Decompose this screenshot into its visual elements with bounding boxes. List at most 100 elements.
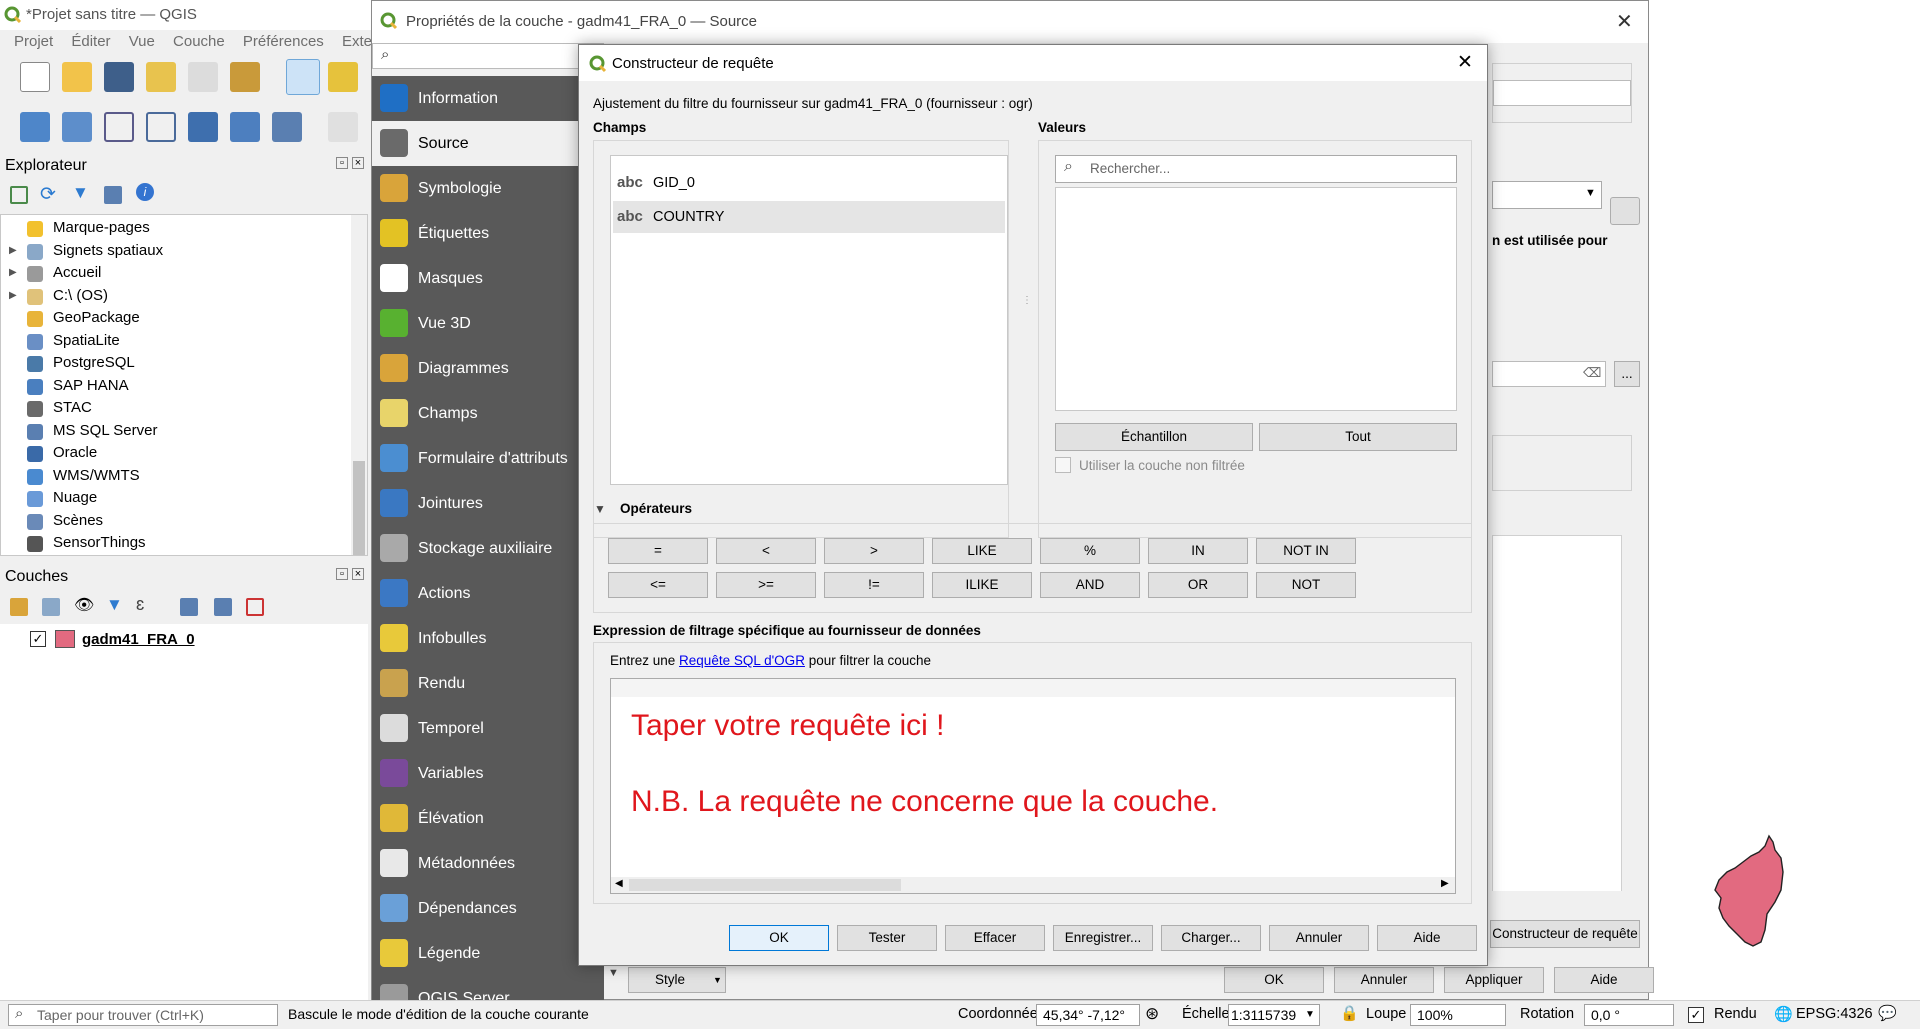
- operator-button[interactable]: OR: [1148, 572, 1248, 598]
- add-selected-layers-icon[interactable]: [10, 186, 28, 204]
- menu-couche[interactable]: Couche: [173, 33, 225, 50]
- close-panel-icon[interactable]: ×: [352, 157, 364, 169]
- operator-button[interactable]: >: [824, 538, 924, 564]
- layer-visibility-checkbox[interactable]: ✓: [30, 631, 46, 647]
- float-layers-panel-icon[interactable]: ▫: [336, 568, 348, 580]
- collapse-all-layers-icon[interactable]: [214, 598, 232, 616]
- values-search-input[interactable]: ⌕ Rechercher...: [1055, 155, 1457, 183]
- new-project-icon[interactable]: [20, 62, 50, 92]
- refresh-icon[interactable]: ⟳: [40, 183, 56, 206]
- operator-button[interactable]: <: [716, 538, 816, 564]
- save-as-icon[interactable]: [146, 62, 176, 92]
- operator-button[interactable]: NOT IN: [1256, 538, 1356, 564]
- unfiltered-checkbox[interactable]: [1055, 457, 1071, 473]
- field-item[interactable]: abc COUNTRY: [613, 201, 1005, 233]
- browser-item[interactable]: Nuage: [1, 487, 367, 510]
- expand-arrow-icon[interactable]: ▶: [9, 285, 17, 308]
- sidebar-item-form[interactable]: Formulaire d'attributs: [372, 436, 604, 481]
- browser-item[interactable]: STAC: [1, 397, 367, 420]
- rotation-input[interactable]: 0,0 °: [1584, 1004, 1674, 1026]
- coordinate-input[interactable]: 45,34° -7,12°: [1036, 1004, 1140, 1026]
- menu-preferences[interactable]: Préférences: [243, 33, 324, 50]
- filter-expression-icon[interactable]: ɛ: [136, 594, 144, 615]
- qb-ok-button[interactable]: OK: [729, 925, 829, 951]
- operator-button[interactable]: >=: [716, 572, 816, 598]
- qb-test-button[interactable]: Tester: [837, 925, 937, 951]
- sidebar-item-tooltip[interactable]: Infobulles: [372, 616, 604, 661]
- props-partial-input[interactable]: [1493, 80, 1631, 106]
- qb-help-button[interactable]: Aide: [1377, 925, 1477, 951]
- crs-select-icon[interactable]: [1610, 197, 1640, 225]
- expand-arrow-icon[interactable]: ▶: [9, 262, 17, 285]
- sidebar-item-dependencies[interactable]: Dépendances: [372, 886, 604, 931]
- browser-item[interactable]: SAP HANA: [1, 375, 367, 398]
- browser-item[interactable]: PostgreSQL: [1, 352, 367, 375]
- pan-to-selection-icon[interactable]: [328, 62, 358, 92]
- open-project-icon[interactable]: [62, 62, 92, 92]
- collapse-all-icon[interactable]: [104, 186, 122, 204]
- render-checkbox[interactable]: ✓: [1688, 1007, 1704, 1023]
- ogr-sql-link[interactable]: Requête SQL d'OGR: [679, 653, 805, 668]
- map-canvas[interactable]: [1649, 0, 1920, 1000]
- browser-item[interactable]: Marque-pages: [1, 217, 367, 240]
- sidebar-item-information[interactable]: Information: [372, 76, 604, 121]
- expression-editor[interactable]: Taper votre requête ici ! N.B. La requêt…: [610, 678, 1456, 894]
- sidebar-item-clock[interactable]: Temporel: [372, 706, 604, 751]
- style-menu-button[interactable]: Style ▼: [628, 967, 726, 993]
- clear-icon[interactable]: ⌫: [1583, 365, 1601, 381]
- sidebar-item-legend[interactable]: Légende: [372, 931, 604, 976]
- remove-layer-icon[interactable]: [246, 598, 264, 616]
- browse-button[interactable]: ...: [1614, 361, 1640, 387]
- qb-load-button[interactable]: Charger...: [1161, 925, 1261, 951]
- operator-button[interactable]: !=: [824, 572, 924, 598]
- browser-item[interactable]: ▶ C:\ (OS): [1, 285, 367, 308]
- locator-search-input[interactable]: ⌕ Taper pour trouver (Ctrl+K): [8, 1004, 278, 1026]
- add-wfs-icon[interactable]: [272, 112, 302, 142]
- menu-editer[interactable]: Éditer: [71, 33, 110, 50]
- float-panel-icon[interactable]: ▫: [336, 157, 348, 169]
- add-vector-layer-icon[interactable]: [20, 112, 50, 142]
- props-hscroll[interactable]: [1492, 891, 1632, 907]
- query-builder-button[interactable]: Constructeur de requête: [1490, 920, 1640, 948]
- menu-projet[interactable]: Projet: [14, 33, 53, 50]
- add-wms-icon[interactable]: [188, 112, 218, 142]
- expand-all-icon[interactable]: [180, 598, 198, 616]
- filter-icon[interactable]: ▼: [72, 183, 89, 203]
- operator-button[interactable]: ILIKE: [932, 572, 1032, 598]
- sidebar-item-cube-3d[interactable]: Vue 3D: [372, 301, 604, 346]
- crs-label[interactable]: EPSG:4326: [1796, 1006, 1873, 1022]
- all-button[interactable]: Tout: [1259, 423, 1457, 451]
- sidebar-item-actions[interactable]: Actions: [372, 571, 604, 616]
- scroll-right-icon[interactable]: ▶: [1441, 878, 1449, 889]
- sidebar-item-symbology[interactable]: Symbologie: [372, 166, 604, 211]
- browser-item[interactable]: Oracle: [1, 442, 367, 465]
- style-manager-icon[interactable]: [230, 62, 260, 92]
- sidebar-item-render-brush[interactable]: Rendu: [372, 661, 604, 706]
- qb-clear-button[interactable]: Effacer: [945, 925, 1045, 951]
- field-item[interactable]: abc GID_0: [613, 168, 1005, 198]
- operator-button[interactable]: <=: [608, 572, 708, 598]
- toggle-editing-icon[interactable]: [328, 112, 358, 142]
- sidebar-item-fields[interactable]: Champs: [372, 391, 604, 436]
- coordinate-toggle-icon[interactable]: ⊛: [1145, 1004, 1159, 1024]
- sidebar-item-source[interactable]: Source: [372, 121, 604, 166]
- operator-button[interactable]: LIKE: [932, 538, 1032, 564]
- props-cancel-button[interactable]: Annuler: [1334, 967, 1434, 993]
- info-icon[interactable]: i: [136, 183, 154, 201]
- operator-button[interactable]: %: [1040, 538, 1140, 564]
- editor-scroll-thumb[interactable]: [629, 879, 901, 891]
- filter-legend-icon[interactable]: ▼: [106, 595, 123, 615]
- sidebar-item-storage[interactable]: Stockage auxiliaire: [372, 526, 604, 571]
- browser-scroll-thumb[interactable]: [353, 461, 365, 555]
- browser-item[interactable]: ▶ Signets spatiaux: [1, 240, 367, 263]
- magnifier-input[interactable]: 100%: [1410, 1004, 1506, 1026]
- chevron-down-icon[interactable]: ▼: [1300, 1004, 1320, 1026]
- sample-button[interactable]: Échantillon: [1055, 423, 1253, 451]
- operator-button[interactable]: AND: [1040, 572, 1140, 598]
- props-partial-path-input[interactable]: ⌫: [1492, 361, 1606, 387]
- browser-item[interactable]: GeoPackage: [1, 307, 367, 330]
- splitter-handle[interactable]: ⋮: [1022, 295, 1032, 306]
- props-ok-button[interactable]: OK: [1224, 967, 1324, 993]
- browser-item[interactable]: SensorThings: [1, 532, 367, 555]
- add-raster-layer-icon[interactable]: [62, 112, 92, 142]
